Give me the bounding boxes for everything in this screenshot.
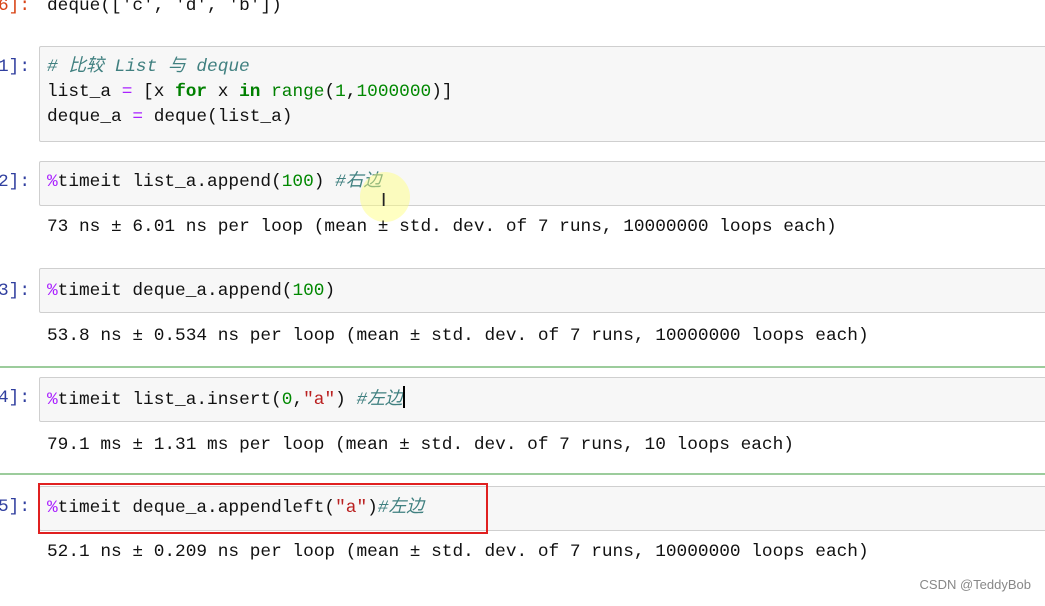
- code-line: # 比较 List 与 deque: [47, 55, 453, 80]
- cell-prompt: 5]:: [0, 497, 30, 517]
- watermark: CSDN @TeddyBob: [919, 577, 1031, 592]
- code-token: )]: [431, 82, 453, 102]
- selected-cell-border: [0, 473, 1045, 475]
- code-editor[interactable]: %timeit list_a.insert(0,"a") #左边: [47, 386, 405, 413]
- code-token: timeit deque_a.append(: [57, 281, 293, 301]
- code-token: [x: [132, 82, 176, 102]
- code-line: %timeit list_a.append(100) #右边: [47, 170, 381, 195]
- selected-cell-border: [0, 366, 1045, 368]
- code-editor[interactable]: # 比较 List 与 deque list_a = [x for x in ra…: [47, 55, 453, 130]
- code-token: for: [175, 82, 208, 102]
- text-caret: [402, 386, 405, 408]
- cell-output: 79.1 ms ± 1.31 ms per loop (mean ± std. …: [47, 435, 794, 455]
- code-token: timeit list_a.insert(: [57, 390, 282, 410]
- code-token: =: [121, 82, 133, 102]
- code-token: timeit list_a.append(: [57, 172, 282, 192]
- cell-output: 53.8 ns ± 0.534 ns per loop (mean ± std.…: [47, 326, 869, 346]
- text-cursor-icon: I: [381, 190, 387, 211]
- cell-prompt: 3]:: [0, 281, 30, 301]
- code-token: ,: [292, 390, 304, 410]
- code-token: #左边: [356, 390, 403, 410]
- code-token: 1000000: [356, 82, 432, 102]
- cell-output: 73 ns ± 6.01 ns per loop (mean ± std. de…: [47, 217, 837, 237]
- code-line: list_a = [x for x in range(1,1000000)]: [47, 80, 453, 105]
- code-token: 100: [281, 172, 314, 192]
- code-token: ): [324, 281, 336, 301]
- code-token: list_a: [47, 82, 122, 102]
- code-token: range: [271, 82, 325, 102]
- code-token: # 比较 List 与 deque: [47, 57, 250, 77]
- code-token: x: [207, 82, 240, 102]
- cell-prompt: 2]:: [0, 172, 30, 192]
- code-token: %: [47, 281, 58, 301]
- cell-output: 52.1 ns ± 0.209 ns per loop (mean ± std.…: [47, 542, 869, 562]
- code-line: %timeit list_a.insert(0,"a") #左边: [47, 386, 405, 413]
- code-token: (: [324, 82, 336, 102]
- code-token: 1: [335, 82, 346, 102]
- cell-prompt: 6]:: [0, 0, 30, 16]
- code-editor[interactable]: %timeit list_a.append(100) #右边: [47, 170, 381, 195]
- code-token: in: [239, 82, 261, 102]
- highlight-annotation-box: [38, 483, 488, 534]
- code-token: %: [47, 172, 58, 192]
- code-token: =: [132, 107, 144, 127]
- code-token: deque(list_a): [143, 107, 293, 127]
- code-line: %timeit deque_a.append(100): [47, 279, 335, 304]
- code-token: 0: [281, 390, 293, 410]
- code-token: "a": [303, 390, 336, 410]
- code-token: ,: [345, 82, 357, 102]
- cell-output: deque(['c', 'd', 'b']): [47, 0, 282, 16]
- cell-prompt: 4]:: [0, 388, 30, 408]
- cell-prompt: 1]:: [0, 57, 30, 77]
- code-token: ): [335, 390, 357, 410]
- code-editor[interactable]: %timeit deque_a.append(100): [47, 279, 335, 304]
- code-token: %: [47, 390, 58, 410]
- code-token: ): [313, 172, 336, 192]
- code-line: deque_a = deque(list_a): [47, 105, 453, 130]
- code-token: 100: [292, 281, 325, 301]
- code-token: deque_a: [47, 107, 133, 127]
